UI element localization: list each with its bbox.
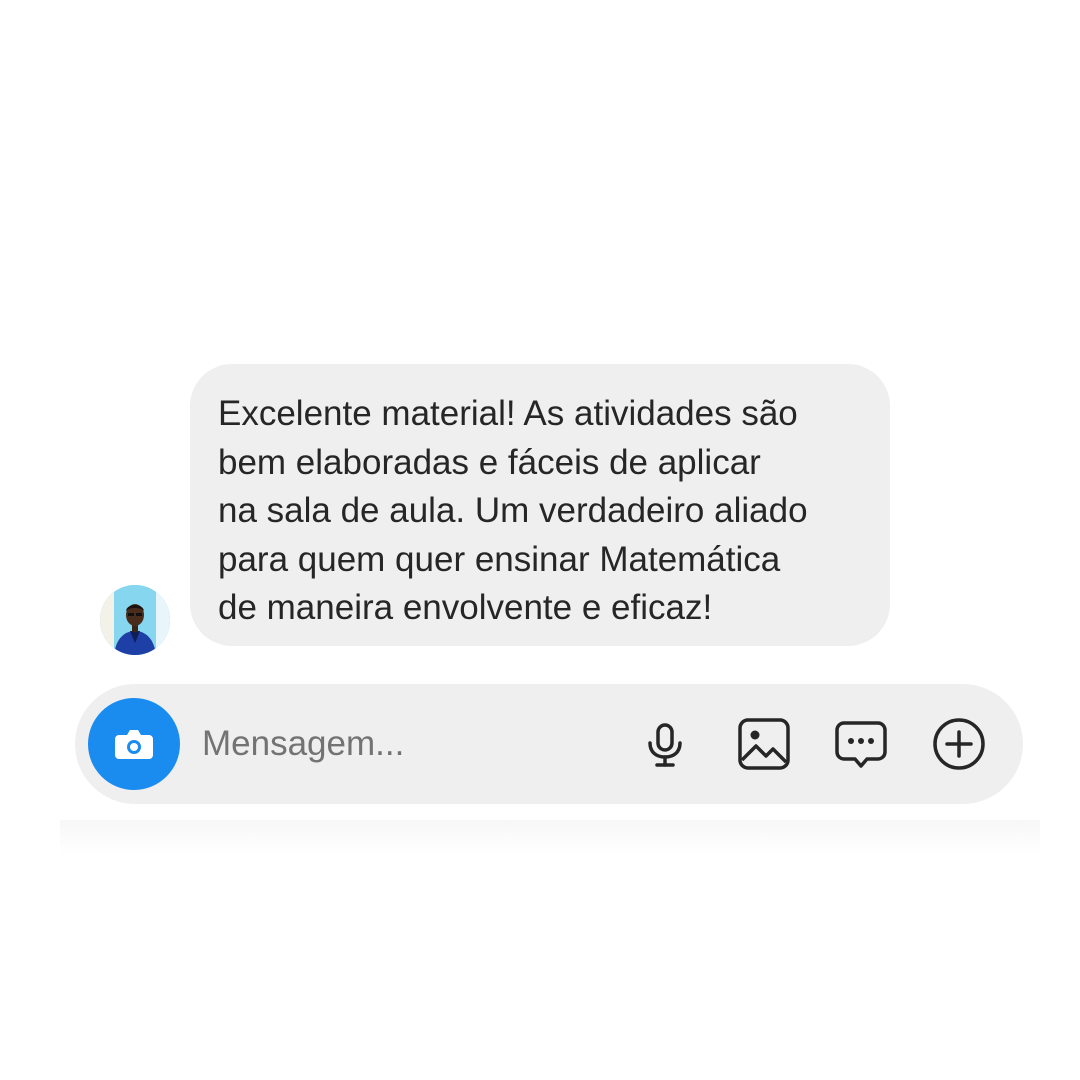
gallery-icon	[738, 718, 790, 770]
microphone-icon	[648, 723, 682, 767]
plus-circle-icon	[933, 718, 985, 770]
camera-icon	[115, 730, 153, 759]
message-bubble[interactable]: Excelente material! As atividades são be…	[190, 364, 890, 646]
message-input[interactable]	[202, 717, 622, 771]
message-line: de maneira envolvente e eficaz!	[218, 588, 713, 627]
message-line: na sala de aula. Um verdadeiro aliado	[218, 491, 808, 530]
more-options-button[interactable]	[931, 716, 987, 772]
message-line: para quem quer ensinar Matemática	[218, 539, 781, 579]
message-line: bem elaboradas e fáceis de aplicar	[218, 442, 761, 482]
gallery-button[interactable]	[736, 716, 792, 772]
message-composer	[75, 684, 1023, 804]
microphone-button[interactable]	[637, 716, 693, 772]
camera-button[interactable]	[88, 698, 180, 790]
avatar[interactable]	[100, 585, 170, 655]
sticker-button[interactable]	[833, 716, 889, 772]
avatar-photo	[100, 585, 170, 655]
composer-shadow	[60, 820, 1040, 854]
sticker-icon	[835, 721, 887, 768]
message-line: Excelente material! As atividades são	[218, 394, 798, 433]
